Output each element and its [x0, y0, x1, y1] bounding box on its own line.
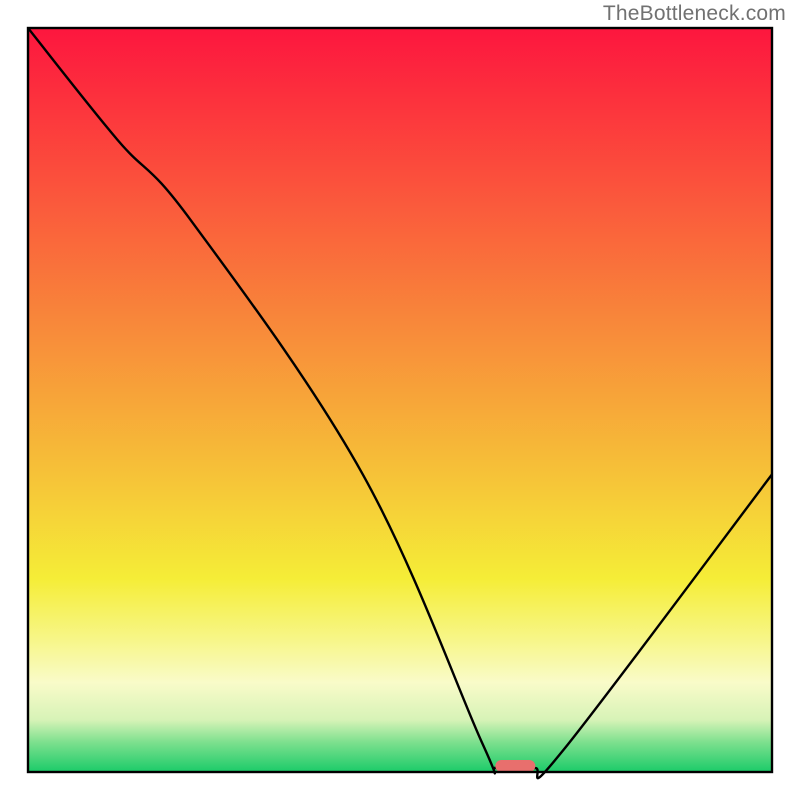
watermark-text: TheBottleneck.com — [603, 2, 786, 26]
chart-container: TheBottleneck.com — [0, 0, 800, 800]
optimal-marker — [495, 760, 535, 772]
bottleneck-chart — [0, 0, 800, 800]
gradient-background — [28, 28, 772, 772]
